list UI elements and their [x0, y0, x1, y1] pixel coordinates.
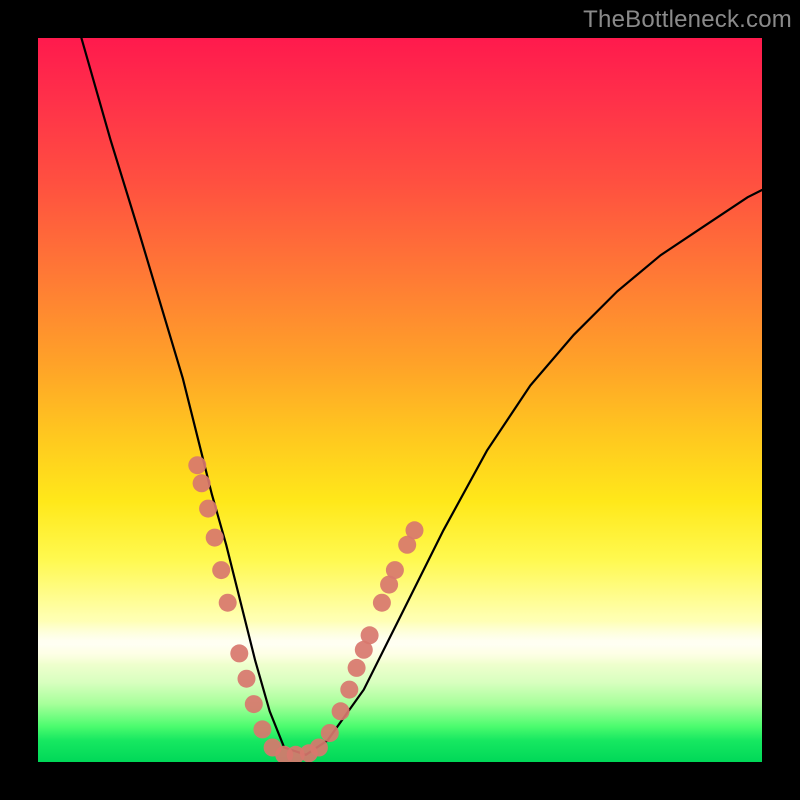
- marker-dot: [340, 681, 358, 699]
- marker-dot: [238, 670, 256, 688]
- marker-dot: [193, 474, 211, 492]
- marker-dot: [206, 529, 224, 547]
- marker-dot: [348, 659, 366, 677]
- marker-dot: [321, 724, 339, 742]
- marker-dot: [253, 720, 271, 738]
- marker-dot: [310, 739, 328, 757]
- marker-dot: [373, 594, 391, 612]
- marker-dot: [245, 695, 263, 713]
- marker-dot: [219, 594, 237, 612]
- marker-dot: [386, 561, 404, 579]
- marker-dot: [361, 626, 379, 644]
- marker-dot: [199, 500, 217, 518]
- chart-svg: [38, 38, 762, 762]
- marker-dot: [188, 456, 206, 474]
- watermark-text: TheBottleneck.com: [583, 6, 792, 34]
- bottleneck-curve: [81, 38, 762, 755]
- marker-dot: [332, 702, 350, 720]
- marker-dot: [230, 644, 248, 662]
- marker-dot: [406, 521, 424, 539]
- plot-area: [38, 38, 762, 762]
- marker-cluster: [188, 456, 423, 762]
- marker-dot: [212, 561, 230, 579]
